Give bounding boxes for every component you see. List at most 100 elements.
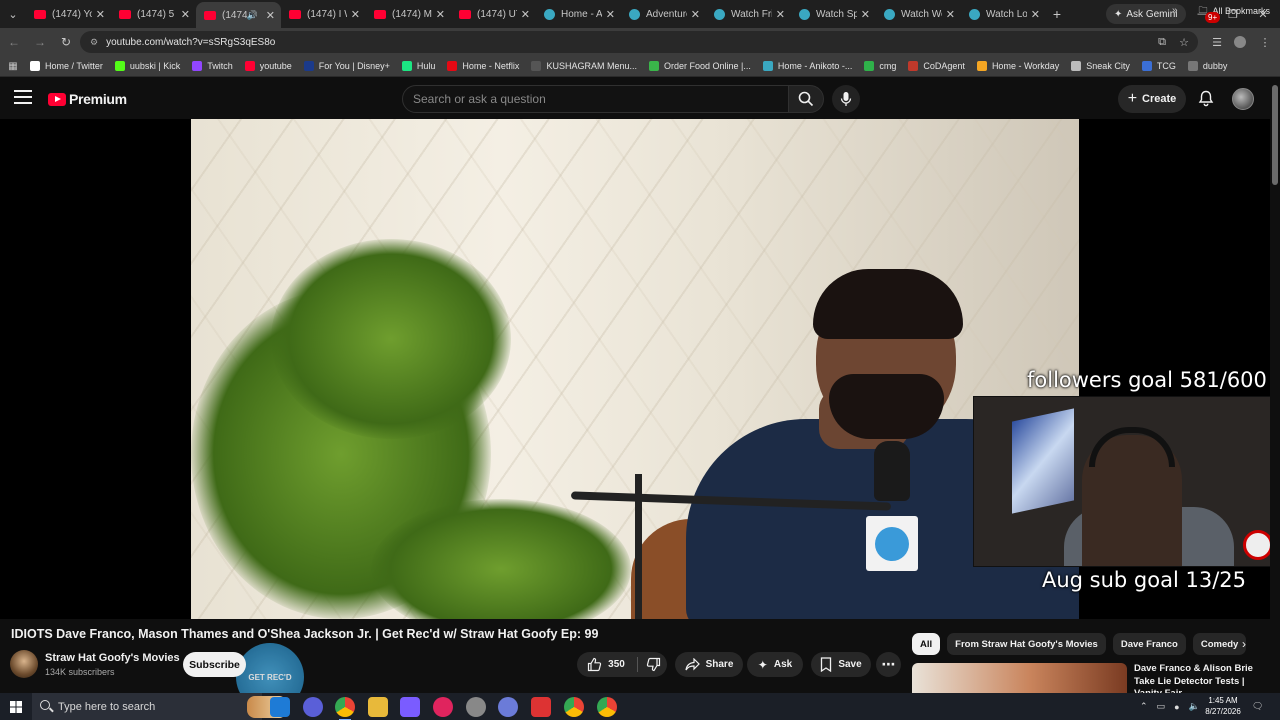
menu-hamburger-icon[interactable] <box>14 90 32 104</box>
dislike-button[interactable] <box>640 652 666 677</box>
profile-icon[interactable] <box>1230 32 1250 52</box>
reading-list-icon[interactable]: ☰ <box>1207 32 1227 52</box>
close-tab-icon[interactable]: ✕ <box>266 9 275 22</box>
chevron-right-icon[interactable]: › <box>1236 636 1252 652</box>
menu-kebab-icon[interactable]: ⋮ <box>1255 32 1275 52</box>
channel-avatar[interactable] <box>10 650 38 678</box>
browser-tab[interactable]: (1474) UTA✕ <box>451 0 536 28</box>
microphone-icon[interactable]: ● <box>1174 702 1179 712</box>
address-bar[interactable]: ⚙ youtube.com/watch?v=sSRgS3qES8o <box>80 31 1198 53</box>
save-button[interactable]: Save <box>811 652 871 677</box>
close-tab-icon[interactable]: ✕ <box>1031 8 1040 21</box>
search-button[interactable] <box>788 85 824 113</box>
close-tab-icon[interactable]: ✕ <box>606 8 615 21</box>
bookmark-item[interactable]: For You | Disney+ <box>303 61 390 71</box>
voice-search-button[interactable] <box>832 85 860 113</box>
youtube-premium-logo[interactable]: Premium <box>48 91 127 107</box>
create-button[interactable]: + Create <box>1118 85 1186 113</box>
bookmark-item[interactable]: CoDAgent <box>908 61 965 71</box>
notifications-bell-icon[interactable] <box>1196 88 1216 108</box>
bookmark-item[interactable]: Sneak City <box>1071 61 1130 71</box>
taskbar-app-icon[interactable] <box>498 697 518 717</box>
chrome-taskbar-icon[interactable] <box>564 697 584 717</box>
browser-tab[interactable]: Watch Log✕ <box>961 0 1046 28</box>
back-arrow-icon[interactable]: ← <box>2 30 26 54</box>
bookmark-item[interactable]: cmg <box>864 61 896 71</box>
browser-tab[interactable]: Watch We✕ <box>876 0 961 28</box>
cast-icon[interactable]: ⧉ <box>1152 32 1172 52</box>
channel-name-link[interactable]: Straw Hat Goofy's Movies <box>45 652 180 664</box>
chip-from-channel[interactable]: From Straw Hat Goofy's Movies <box>947 633 1106 655</box>
close-tab-icon[interactable]: ✕ <box>861 8 870 21</box>
audio-playing-icon[interactable]: 🔊 <box>247 10 258 21</box>
apps-grid-icon[interactable]: ▦ <box>0 61 26 72</box>
chevron-up-icon[interactable]: ⌃ <box>1140 701 1148 712</box>
ask-button[interactable]: ✦ Ask <box>747 652 803 677</box>
browser-tab[interactable]: Watch Spy✕ <box>791 0 876 28</box>
browser-tab[interactable]: (1474) Mega✕ <box>366 0 451 28</box>
bookmark-item[interactable]: dubby <box>1187 61 1227 71</box>
taskbar-app-icon[interactable] <box>531 697 551 717</box>
bookmark-item[interactable]: KUSHAGRAM Menu... <box>531 61 637 71</box>
like-button[interactable]: 350 <box>577 652 635 677</box>
browser-tab-active[interactable]: (1474)🔊✕ <box>196 2 281 28</box>
bookmark-item[interactable]: Home / Twitter <box>30 61 103 71</box>
subscribe-button[interactable]: Subscribe <box>183 652 246 677</box>
bookmark-item[interactable]: Twitch <box>192 61 233 71</box>
recommended-video-thumbnail[interactable] <box>912 663 1127 693</box>
bookmark-item[interactable]: uubski | Kick <box>114 61 180 71</box>
bookmark-item[interactable]: Home - Workday <box>976 61 1059 71</box>
close-tab-icon[interactable]: ✕ <box>436 8 445 21</box>
chip-all[interactable]: All <box>912 633 941 655</box>
bookmark-star-icon[interactable]: ☆ <box>1174 32 1194 52</box>
notification-center-icon[interactable]: 🗨 <box>1252 693 1263 720</box>
chrome-taskbar-icon[interactable] <box>597 697 617 717</box>
bookmark-item[interactable]: Home - Netflix <box>447 61 519 71</box>
file-explorer-icon[interactable] <box>368 697 388 717</box>
windows-start-button[interactable] <box>0 693 32 720</box>
close-tab-icon[interactable]: ✕ <box>776 8 785 21</box>
close-tab-icon[interactable]: ✕ <box>351 8 360 21</box>
close-tab-icon[interactable]: ✕ <box>181 8 190 21</box>
bookmark-item[interactable]: Hulu <box>401 61 435 71</box>
chip-dave-franco[interactable]: Dave Franco <box>1112 633 1186 655</box>
bookmarks-overflow-icon[interactable]: » <box>1172 0 1178 21</box>
browser-tab[interactable]: Adventure✕ <box>621 0 706 28</box>
tab-search-button[interactable]: ⌄ <box>0 0 26 28</box>
forward-arrow-icon[interactable]: → <box>28 30 52 54</box>
game-controller-icon[interactable] <box>400 697 420 717</box>
close-tab-icon[interactable]: ✕ <box>96 8 105 21</box>
close-tab-icon[interactable]: ✕ <box>521 8 530 21</box>
taskbar-app-icon[interactable] <box>303 697 323 717</box>
more-actions-button[interactable]: ⋯ <box>876 652 901 677</box>
close-tab-icon[interactable]: ✕ <box>691 8 700 21</box>
browser-tab[interactable]: (1474) I Was✕ <box>281 0 366 28</box>
video-frame[interactable] <box>191 119 1079 619</box>
browser-tab[interactable]: Watch Frieren✕ <box>706 0 791 28</box>
browser-tab[interactable]: Home - Anikoto✕ <box>536 0 621 28</box>
network-icon[interactable]: ▭ <box>1157 701 1166 712</box>
taskbar-clock[interactable]: 1:45 AM 8/27/2026 <box>1200 695 1246 717</box>
share-button[interactable]: Share <box>675 652 743 677</box>
bookmark-item[interactable]: Order Food Online |... <box>648 61 751 71</box>
volume-icon[interactable]: 🔈 <box>1189 701 1200 712</box>
chrome-taskbar-icon[interactable] <box>335 697 355 720</box>
browser-tab[interactable]: (1474) YouTube✕ <box>26 0 111 28</box>
page-scrollbar[interactable] <box>1270 77 1280 690</box>
taskbar-search-box[interactable]: Type here to search <box>32 693 287 720</box>
site-info-icon[interactable]: ⚙ <box>90 37 98 48</box>
bookmark-item[interactable]: Home - Anikoto -... <box>762 61 852 71</box>
taskbar-app-icon[interactable] <box>466 697 486 717</box>
recommended-video-title[interactable]: Dave Franco & Alison Brie Take Lie Detec… <box>1134 663 1270 693</box>
bookmark-item[interactable]: youtube <box>244 61 292 71</box>
account-avatar[interactable] <box>1232 88 1254 110</box>
close-tab-icon[interactable]: ✕ <box>946 8 955 21</box>
bookmark-item[interactable]: TCG <box>1141 61 1176 71</box>
browser-tab[interactable]: (1474) 5 Stree✕ <box>111 0 196 28</box>
taskbar-app-icon[interactable] <box>270 697 290 717</box>
url-text[interactable]: youtube.com/watch?v=sSRgS3qES8o <box>106 37 275 48</box>
search-input[interactable]: Search or ask a question <box>402 85 790 113</box>
video-player[interactable]: GET REC'D followers goal 581/600 Aug sub… <box>0 119 1280 711</box>
taskbar-app-icon[interactable] <box>433 697 453 717</box>
reload-icon[interactable]: ↻ <box>54 30 78 54</box>
